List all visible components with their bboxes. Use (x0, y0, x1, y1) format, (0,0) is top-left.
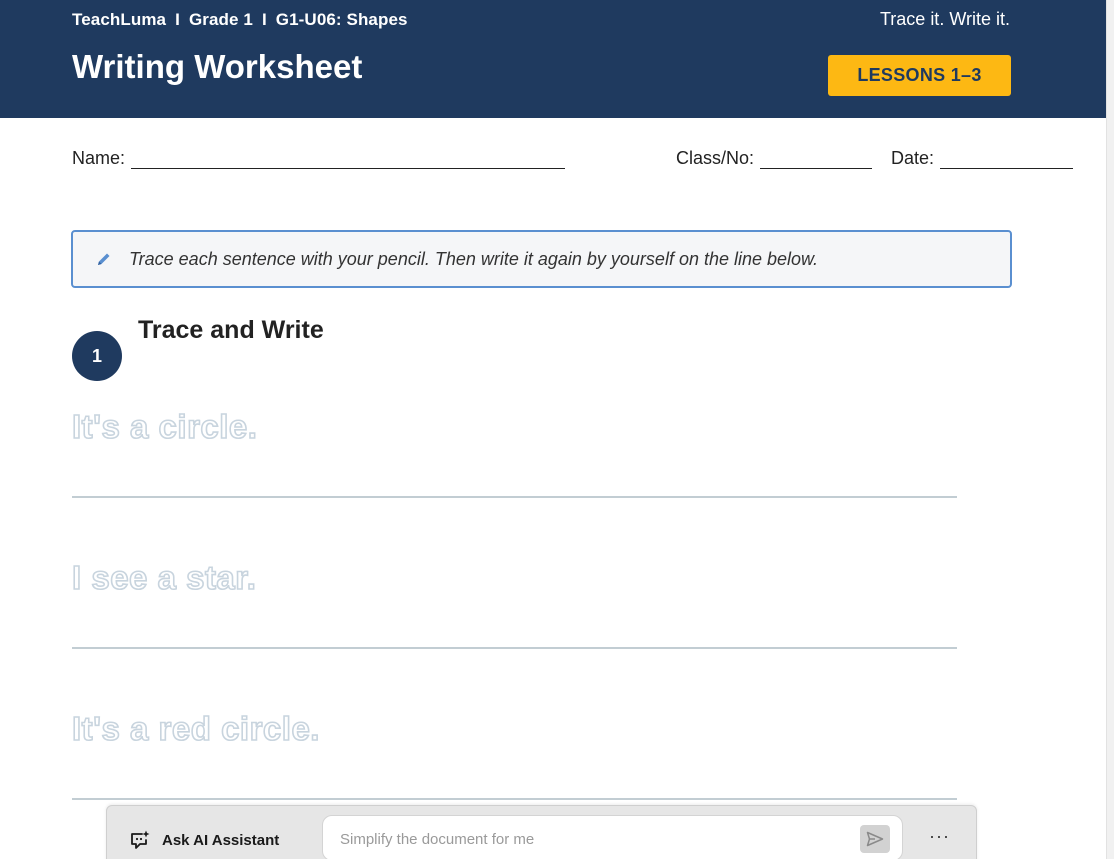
date-field: Date: (891, 148, 1074, 169)
page-title: Writing Worksheet (72, 48, 363, 85)
writing-line (72, 647, 957, 649)
worksheet-header: TeachLuma I Grade 1 I G1-U06: Shapes Trace i… (0, 0, 1106, 118)
brand-name: TeachLuma (72, 10, 167, 29)
trace-sentence: I see a star. (71, 558, 257, 597)
class-label: Class/No: (676, 148, 755, 168)
date-blank-line (940, 149, 1074, 169)
breadcrumb: TeachLuma I Grade 1 I G1-U06: Shapes (72, 10, 408, 30)
grade-label: Grade 1 (188, 10, 253, 29)
ai-assistant-bar: Ask AI Assistant Simplify the document f… (106, 805, 977, 859)
lessons-badge: LESSONS 1–3 (828, 55, 1011, 96)
writing-line (72, 496, 957, 498)
header-tagline: Trace it. Write it. (879, 9, 1010, 29)
breadcrumb-separator: I (261, 10, 267, 29)
send-button[interactable] (860, 825, 890, 853)
pencil-icon (95, 250, 113, 268)
ai-assistant-label: Ask AI Assistant (162, 831, 280, 849)
name-label: Name: (72, 148, 126, 168)
unit-label: G1-U06: Shapes (275, 10, 408, 29)
section-title: Trace and Write (138, 316, 324, 344)
name-blank-line (131, 149, 566, 169)
more-options-button[interactable]: ··· (929, 826, 950, 847)
class-field: Class/No: (676, 148, 873, 169)
worksheet-page: TeachLuma I Grade 1 I G1-U06: Shapes Trace i… (0, 0, 1106, 859)
ai-prompt-input[interactable]: Simplify the document for me (322, 815, 903, 859)
instruction-box: Trace each sentence with your pencil. Th… (71, 230, 1012, 288)
instruction-text: Trace each sentence with your pencil. Th… (129, 248, 819, 269)
send-icon (866, 831, 884, 847)
writing-line (72, 798, 957, 800)
ai-chat-sparkle-icon (129, 829, 151, 851)
trace-sentence: It's a circle. (71, 407, 258, 446)
vertical-scrollbar[interactable] (1106, 0, 1114, 859)
section-number: 1 (72, 331, 122, 381)
breadcrumb-separator: I (175, 10, 180, 29)
name-field: Name: (72, 148, 566, 169)
ai-prompt-placeholder: Simplify the document for me (340, 831, 535, 848)
class-blank-line (760, 149, 873, 169)
trace-sentence: It's a red circle. (71, 709, 320, 748)
ask-ai-assistant-button[interactable]: Ask AI Assistant (129, 829, 279, 851)
date-label: Date: (891, 148, 935, 168)
